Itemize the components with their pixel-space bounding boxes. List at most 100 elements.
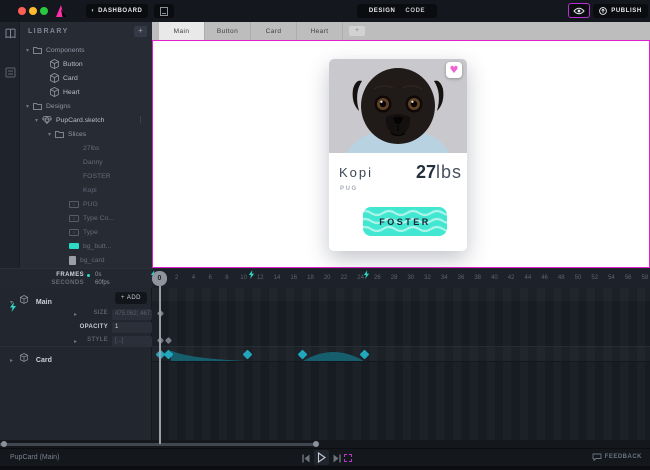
- tree-slice-bg-card[interactable]: bg_card: [20, 253, 152, 267]
- preview-eye-button[interactable]: [568, 3, 590, 18]
- tree-item-heart[interactable]: Heart: [20, 85, 152, 99]
- prop-value-size[interactable]: 475.062; 467.06: [112, 309, 152, 320]
- dashboard-button[interactable]: ‹ DASHBOARD: [86, 4, 148, 18]
- tree-slice-kopi[interactable]: Kopi: [20, 183, 152, 197]
- playhead-knob[interactable]: 0: [152, 271, 167, 286]
- keyframe-diamond[interactable]: [165, 337, 172, 344]
- ruler-tick: 14: [271, 275, 283, 281]
- ruler-tick: 46: [539, 275, 551, 281]
- tree-folder-designs[interactable]: ▾ Designs: [20, 99, 152, 113]
- ruler-tick: 52: [589, 275, 601, 281]
- ruler-tick: 20: [321, 275, 333, 281]
- pet-weight: 27lbs: [416, 162, 462, 183]
- play-icon: [317, 452, 326, 463]
- ruler-tick: 30: [405, 275, 417, 281]
- ruler-tick: 34: [438, 275, 450, 281]
- card-track-row[interactable]: ▸ Card: [10, 349, 52, 367]
- ruler-tick: 50: [572, 275, 584, 281]
- scroll-range-end-handle[interactable]: [313, 441, 319, 447]
- timeline-track-area[interactable]: [152, 288, 650, 440]
- prop-value-style[interactable]: [...]: [112, 336, 152, 347]
- stage-tab-bar: Main Button Card Heart +: [152, 22, 650, 40]
- caret-down-icon[interactable]: ▾: [48, 131, 51, 138]
- toolbar-doc-button[interactable]: [154, 4, 174, 18]
- loop-region-icon[interactable]: [344, 454, 352, 462]
- library-add-button[interactable]: +: [134, 26, 147, 37]
- tree-item-button[interactable]: Button: [20, 57, 152, 71]
- frames-mode-toggle[interactable]: FRAMES: [40, 272, 84, 278]
- zoom-window-button[interactable]: [40, 7, 48, 15]
- ruler-tick: 12: [254, 275, 266, 281]
- states-panel-icon[interactable]: [5, 67, 16, 78]
- add-tab-button[interactable]: +: [349, 26, 365, 36]
- tree-slice-27lbs[interactable]: 27lbs: [20, 141, 152, 155]
- ruler-tick: 48: [555, 275, 567, 281]
- skip-to-start-icon[interactable]: [302, 454, 310, 463]
- minimize-window-button[interactable]: [29, 7, 37, 15]
- tab-card[interactable]: Card: [251, 22, 297, 40]
- expression-lightning-icon[interactable]: [9, 302, 17, 312]
- tree-slice-bg-button[interactable]: bg_butt...: [20, 239, 152, 253]
- slice-thumbnail-icon: ≡: [69, 229, 79, 236]
- tab-heart[interactable]: Heart: [297, 22, 343, 40]
- seconds-mode-toggle[interactable]: SECONDS: [40, 280, 84, 286]
- tween-curves: [152, 347, 650, 362]
- component-cube-icon: [50, 59, 59, 69]
- time-display: 0s: [95, 272, 101, 278]
- foster-button[interactable]: FOSTER: [363, 207, 447, 236]
- bottom-bar: PupCard (Main) FEEDBACK: [0, 448, 650, 466]
- eye-icon: [573, 7, 585, 15]
- add-property-button[interactable]: + ADD: [115, 292, 147, 304]
- pup-card[interactable]: ♥ ♡ Kopi PUG 27lbs FOSTER: [329, 59, 467, 251]
- library-tree: ▾ Components Button Card Heart ▾ Designs: [20, 43, 152, 267]
- ruler-tick: 8: [221, 275, 233, 281]
- pet-breed: PUG: [340, 186, 358, 192]
- ruler-tick: 28: [388, 275, 400, 281]
- prop-value-opacity[interactable]: 1: [112, 322, 152, 333]
- fps-display[interactable]: 60fps: [95, 280, 110, 286]
- library-panel-icon[interactable]: [5, 28, 16, 39]
- app-window: ‹ DASHBOARD DESIGN CODE PUBLISH: [0, 0, 650, 470]
- timeline-ruler[interactable]: 2468101214161820222426283032343638404244…: [152, 268, 650, 288]
- feedback-button[interactable]: FEEDBACK: [592, 453, 642, 461]
- tab-design[interactable]: DESIGN: [369, 8, 396, 14]
- slice-thumbnail-icon: ≡: [69, 201, 79, 208]
- tab-button[interactable]: Button: [205, 22, 251, 40]
- tree-item-card[interactable]: Card: [20, 71, 152, 85]
- ruler-tick: 36: [455, 275, 467, 281]
- tree-folder-slices[interactable]: ▾ Slices: [20, 127, 152, 141]
- doc-icon: [160, 7, 168, 16]
- prop-label-opacity: OPACITY: [74, 324, 108, 330]
- prop-label-size: SIZE: [74, 310, 108, 316]
- tree-slice-pug[interactable]: ≡ PUG: [20, 197, 152, 211]
- skip-to-end-icon[interactable]: [333, 454, 341, 463]
- tree-slice-type[interactable]: ≡ Type: [20, 225, 152, 239]
- tree-slice-type-co[interactable]: ≡ Type Co...: [20, 211, 152, 225]
- caret-right-icon[interactable]: ▸: [10, 357, 13, 364]
- heart-sticker[interactable]: ♥: [446, 62, 462, 78]
- play-button[interactable]: [314, 450, 329, 465]
- caret-down-icon[interactable]: ▾: [35, 117, 38, 124]
- tree-item-pupcard-sketch[interactable]: ▾ PupCard.sketch ⋮: [20, 113, 152, 127]
- tab-code[interactable]: CODE: [405, 8, 425, 14]
- publish-button[interactable]: PUBLISH: [593, 4, 648, 18]
- ruler-tick: 54: [605, 275, 617, 281]
- ruler-tick: 22: [338, 275, 350, 281]
- stage-canvas[interactable]: ♥ ♡ Kopi PUG 27lbs FOSTER: [152, 40, 650, 268]
- folder-icon: [33, 46, 42, 54]
- mode-switch: DESIGN CODE: [357, 4, 437, 18]
- ruler-tick: 42: [505, 275, 517, 281]
- tree-folder-components[interactable]: ▾ Components: [20, 43, 152, 57]
- scroll-range-start-handle[interactable]: [1, 441, 7, 447]
- tab-main[interactable]: Main: [159, 22, 205, 40]
- row-divider: [0, 346, 152, 347]
- caret-down-icon[interactable]: ▾: [26, 47, 29, 54]
- kebab-menu-icon[interactable]: ⋮: [137, 116, 144, 124]
- heart-icon: ♥: [450, 65, 459, 76]
- tree-slice-foster[interactable]: FOSTER: [20, 169, 152, 183]
- caret-down-icon[interactable]: ▾: [26, 103, 29, 110]
- tree-slice-danny[interactable]: Danny: [20, 155, 152, 169]
- pet-name: Kopi: [339, 165, 373, 180]
- main-row-band: [152, 288, 650, 301]
- close-window-button[interactable]: [18, 7, 26, 15]
